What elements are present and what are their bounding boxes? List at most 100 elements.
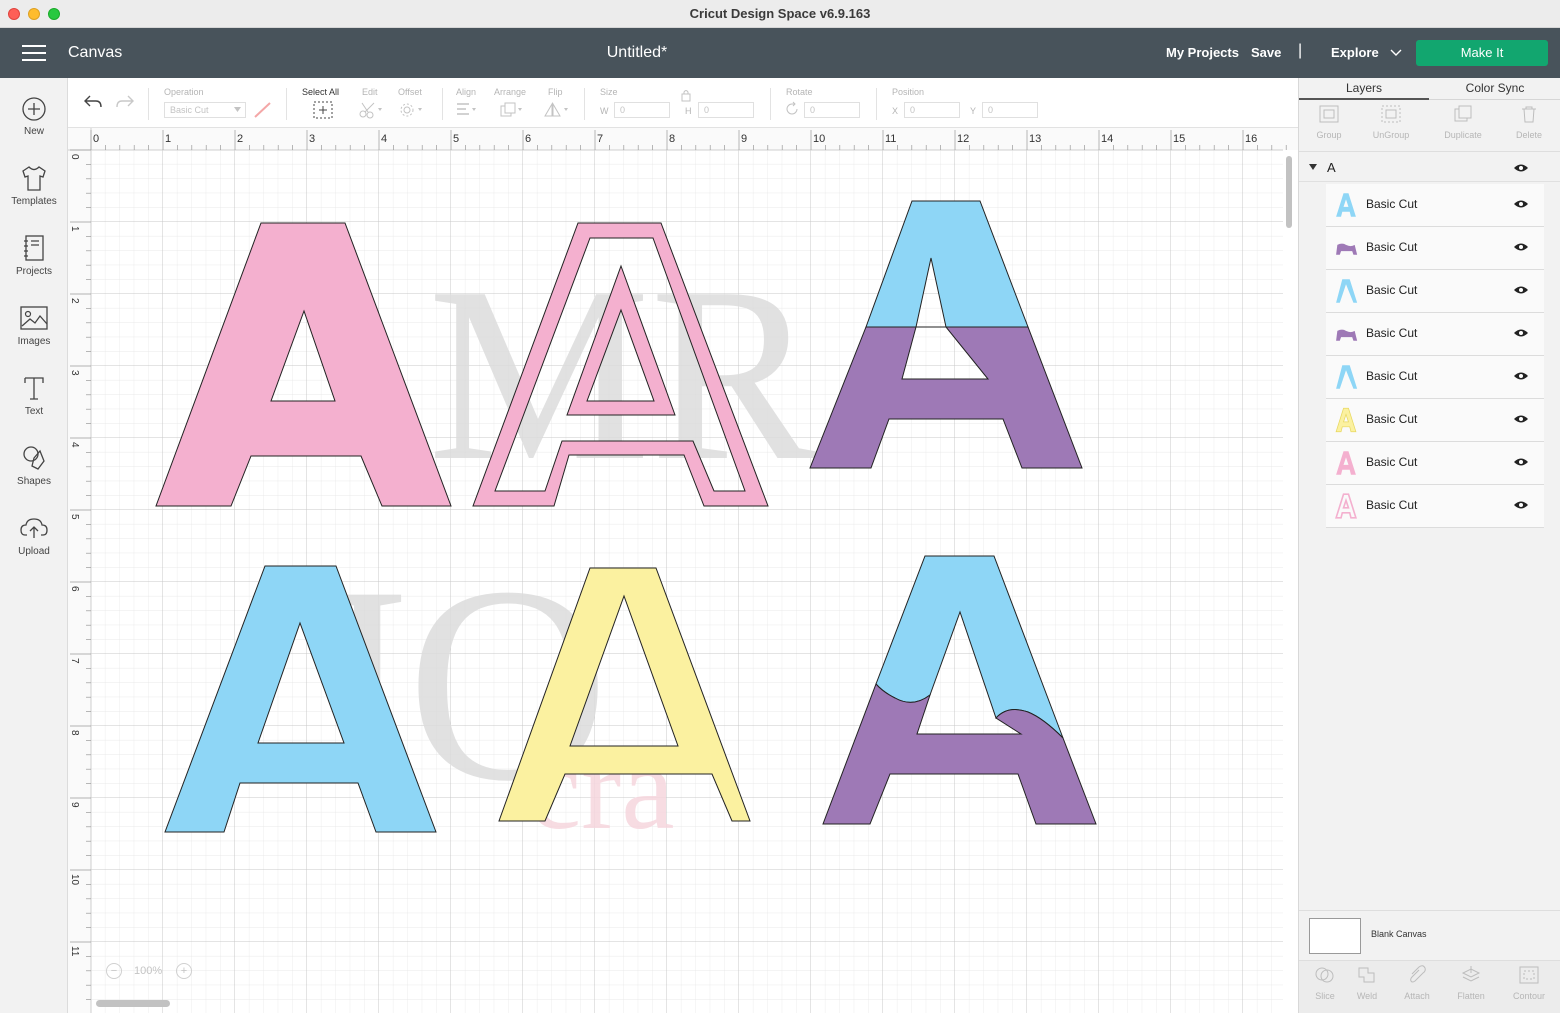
lock-icon[interactable] (680, 88, 692, 102)
arrange-icon[interactable] (498, 100, 526, 120)
weld-label: Weld (1356, 991, 1378, 1001)
templates-label: Templates (11, 196, 57, 207)
shapes-label: Shapes (17, 476, 51, 487)
y-value: 0 (988, 105, 994, 115)
group-label: Group (1316, 130, 1342, 140)
attach-button[interactable]: Attach (1391, 961, 1443, 1001)
document-title[interactable]: Untitled* (0, 44, 1274, 62)
tab-color-sync[interactable]: Color Sync (1429, 78, 1560, 100)
flip-icon[interactable] (542, 100, 572, 120)
zoom-level: 100% (134, 965, 163, 977)
new-label: New (23, 126, 44, 137)
tab-layers[interactable]: Layers (1299, 78, 1429, 100)
rotate-icon[interactable] (784, 101, 800, 117)
flatten-icon (1461, 966, 1481, 982)
layer-row[interactable]: Basic Cut (1326, 227, 1544, 270)
layer-group-row[interactable]: A (1299, 154, 1560, 182)
layer-row[interactable]: Basic Cut (1326, 399, 1544, 442)
delete-button[interactable]: Delete (1499, 100, 1559, 140)
templates-tool[interactable]: Templates (0, 164, 68, 207)
ruler-tick-label: 14 (1101, 133, 1113, 145)
ruler-tick-label: 0 (93, 133, 99, 145)
eye-icon[interactable] (1513, 242, 1529, 252)
eye-icon[interactable] (1513, 500, 1529, 510)
make-it-button[interactable]: Make It (1416, 40, 1548, 66)
ruler-tick-label: 3 (69, 370, 80, 376)
layer-name: Basic Cut (1366, 326, 1418, 340)
ruler-tick-label: 11 (885, 133, 896, 145)
width-input[interactable]: 0 (614, 102, 670, 118)
layer-thumbnail-icon (1334, 493, 1358, 519)
save-button[interactable]: Save (1251, 45, 1281, 60)
zoom-in-button[interactable]: + (176, 963, 192, 979)
operation-value: Basic Cut (170, 105, 209, 115)
layer-thumbnail-icon (1336, 329, 1358, 341)
ungroup-button[interactable]: UnGroup (1361, 100, 1421, 140)
flatten-button[interactable]: Flatten (1445, 961, 1497, 1001)
layer-row[interactable]: Basic Cut (1326, 270, 1544, 313)
ungroup-icon (1381, 105, 1401, 123)
zoom-out-button[interactable]: − (106, 963, 122, 979)
operation-label: Operation (164, 87, 204, 97)
offset-icon[interactable] (398, 100, 426, 120)
contour-label: Contour (1512, 991, 1546, 1001)
blank-canvas-row[interactable]: Blank Canvas (1299, 910, 1560, 960)
shapes-tool[interactable]: Shapes (0, 444, 68, 487)
upload-tool[interactable]: Upload (0, 514, 68, 557)
layer-row[interactable]: Basic Cut (1326, 442, 1544, 485)
caret-down-icon[interactable] (1309, 164, 1317, 170)
x-input[interactable]: 0 (904, 102, 960, 118)
layer-thumbnail-icon (1336, 365, 1358, 389)
ruler-tick-label: 15 (1173, 133, 1185, 145)
duplicate-button[interactable]: Duplicate (1433, 100, 1493, 140)
layer-row[interactable]: Basic Cut (1326, 313, 1544, 356)
eye-icon[interactable] (1513, 328, 1529, 338)
images-tool[interactable]: Images (0, 304, 68, 347)
layer-row[interactable]: Basic Cut (1326, 184, 1544, 227)
contour-icon (1519, 966, 1539, 984)
rotate-input[interactable]: 0 (804, 102, 860, 118)
size-label: Size (600, 87, 618, 97)
image-icon (20, 306, 48, 330)
group-name: A (1327, 160, 1336, 175)
eye-icon[interactable] (1513, 163, 1529, 173)
duplicate-icon (1454, 105, 1472, 122)
text-tool[interactable]: Text (0, 374, 68, 417)
eye-icon[interactable] (1513, 414, 1529, 424)
height-input[interactable]: 0 (698, 102, 754, 118)
eye-icon[interactable] (1513, 457, 1529, 467)
align-icon[interactable] (454, 100, 482, 120)
scissors-icon[interactable] (358, 100, 384, 120)
weld-button[interactable]: Weld (1341, 961, 1393, 1001)
eye-icon[interactable] (1513, 371, 1529, 381)
horizontal-scrollbar[interactable] (96, 1000, 170, 1007)
undo-icon[interactable] (82, 92, 104, 110)
group-button[interactable]: Group (1299, 100, 1359, 140)
design-canvas[interactable]: 0 1 2 3 4 5 6 7 8 9 10 11 12 13 14 15 16 0 1 2 3 4 5 6 7 8 9 10 11 … (68, 128, 1298, 1013)
eye-icon[interactable] (1513, 199, 1529, 209)
eye-icon[interactable] (1513, 285, 1529, 295)
contour-button[interactable]: Contour (1503, 961, 1555, 1001)
my-projects-link[interactable]: My Projects (1166, 45, 1239, 60)
ruler-tick-label: 1 (165, 133, 171, 145)
layer-actions: Group UnGroup Duplicate Delete (1299, 100, 1560, 152)
blank-canvas-swatch[interactable] (1309, 918, 1361, 954)
line-color-swatch-icon[interactable] (252, 100, 274, 120)
new-tool[interactable]: New (0, 96, 68, 137)
select-all-label: Select All (302, 87, 340, 97)
redo-icon[interactable] (114, 92, 136, 110)
explore-menu[interactable]: Explore (1331, 45, 1402, 60)
canvas-grid[interactable]: 0 1 2 3 4 5 6 7 8 9 10 11 12 13 14 15 16 01234567891011 … (68, 128, 1298, 1013)
projects-tool[interactable]: Projects (0, 234, 68, 277)
vertical-scrollbar[interactable] (1286, 156, 1292, 228)
ruler-tick-label: 2 (69, 298, 80, 304)
layer-thumbnail-icon (1335, 407, 1357, 433)
operation-select[interactable]: Basic Cut (164, 102, 246, 118)
layer-row[interactable]: Basic Cut (1326, 485, 1544, 528)
ruler-tick-label: 5 (69, 514, 80, 520)
select-all-icon[interactable] (312, 100, 334, 120)
paperclip-icon (1410, 965, 1426, 983)
layer-row[interactable]: Basic Cut (1326, 356, 1544, 399)
y-input[interactable]: 0 (982, 102, 1038, 118)
offset-label: Offset (398, 87, 422, 97)
